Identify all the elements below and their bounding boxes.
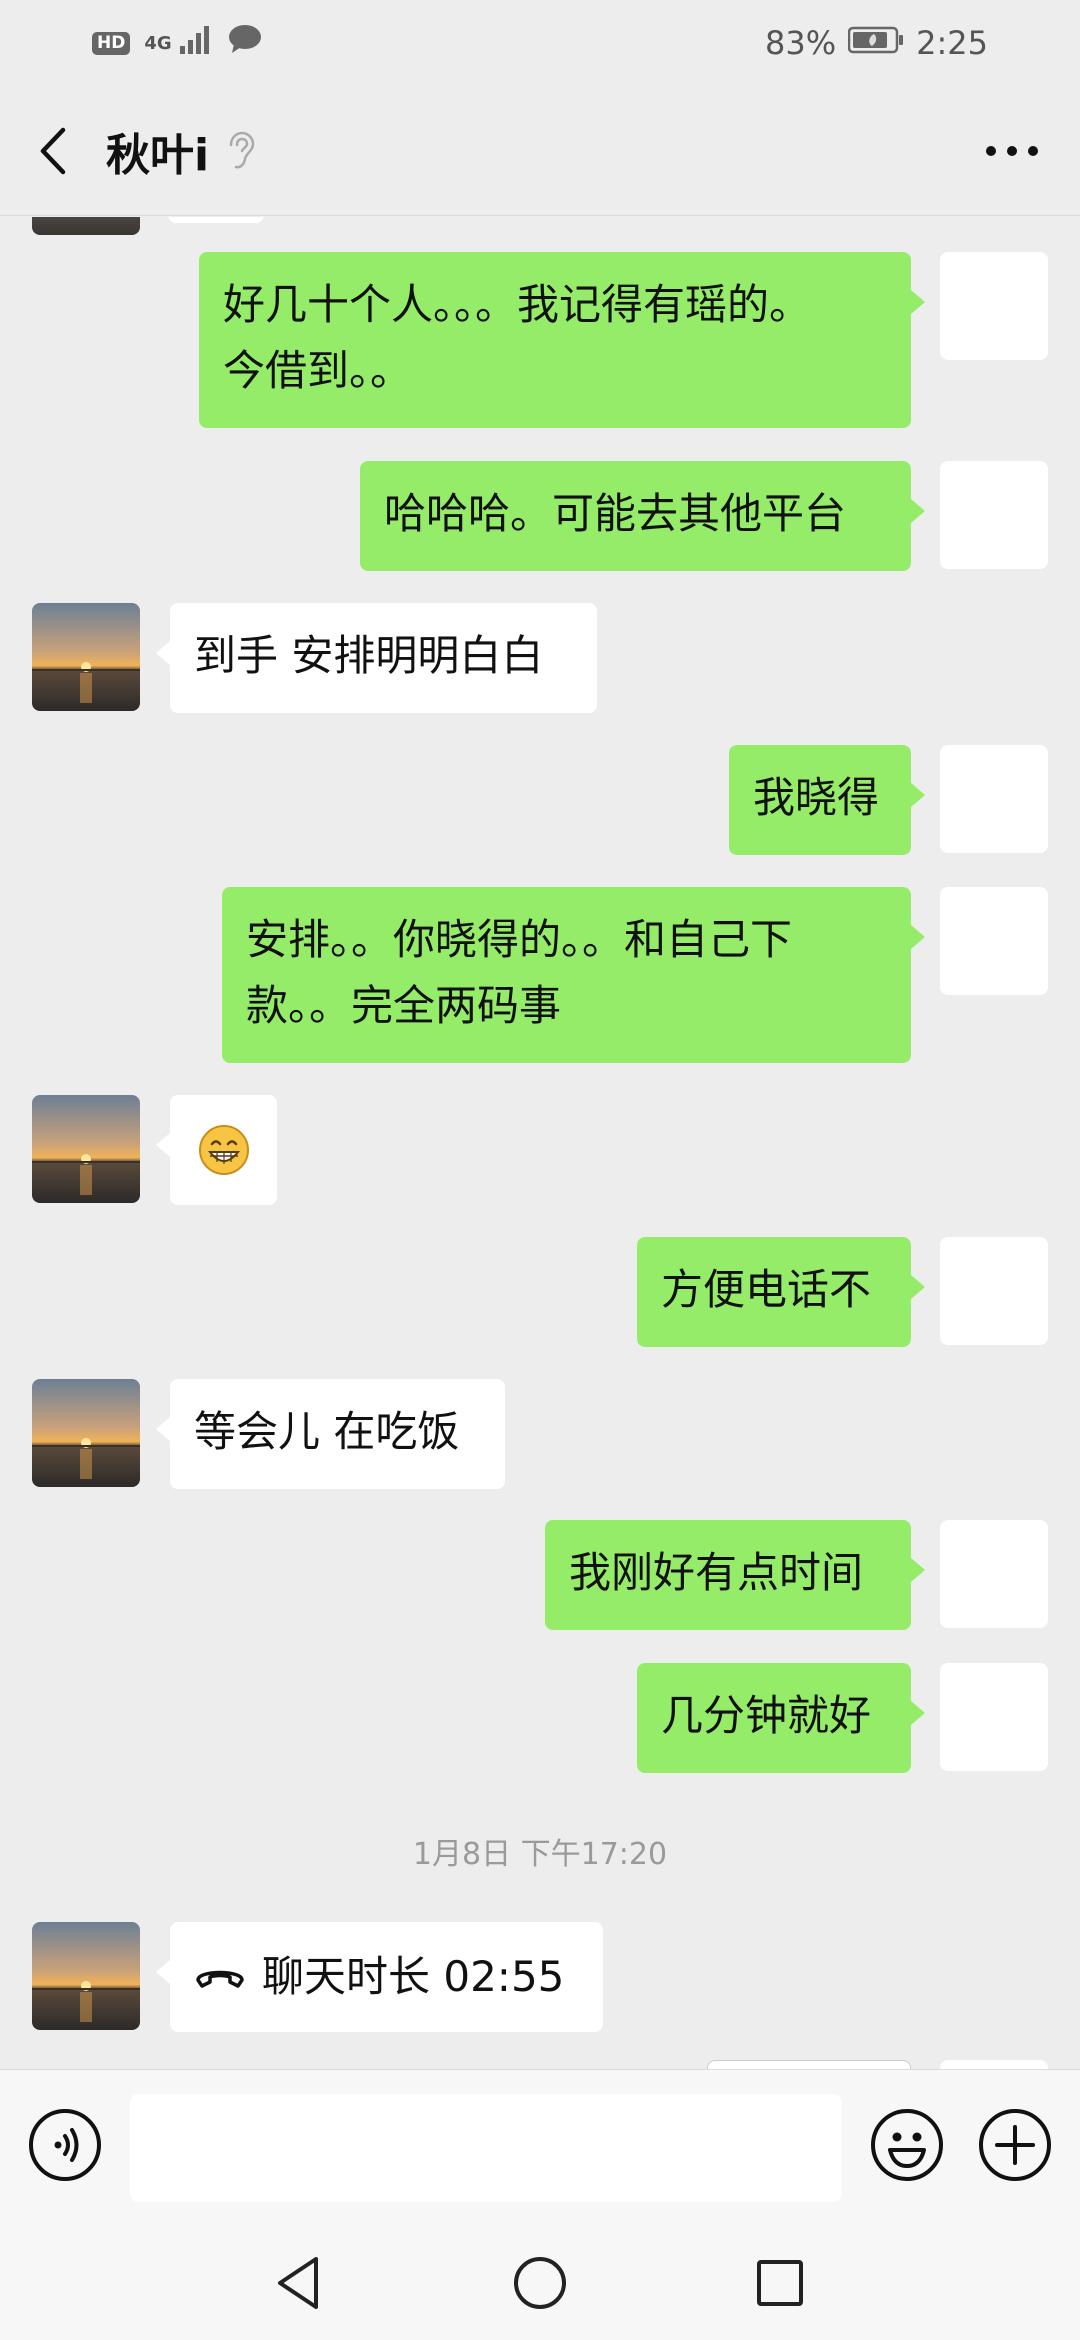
- more-actions-button[interactable]: [978, 2108, 1052, 2182]
- my-avatar-partial: [940, 2060, 1048, 2069]
- circle-home-icon: [514, 2257, 566, 2309]
- chat-area[interactable]: 好几十个人。。。我记得有瑶的。 今借到。。 哈哈哈。可能去其他平台 到手 安排明…: [0, 217, 1080, 2069]
- ear-icon: [227, 131, 255, 171]
- sunset-avatar-image: [32, 1095, 140, 1203]
- network-type: 4G: [144, 32, 172, 54]
- my-avatar[interactable]: [940, 887, 1048, 995]
- my-avatar[interactable]: [940, 461, 1048, 569]
- system-nav-bar: [0, 2225, 1080, 2340]
- message-bubble-sent[interactable]: 几分钟就好: [637, 1663, 925, 1773]
- message-bubble-sent[interactable]: 哈哈哈。可能去其他平台: [360, 461, 925, 571]
- message-bubble-sent[interactable]: 方便电话不: [637, 1237, 925, 1347]
- battery-percent: 83%: [765, 24, 837, 62]
- message-bubble-received[interactable]: 到手 安排明明白白: [156, 603, 597, 713]
- voice-button[interactable]: [28, 2108, 102, 2182]
- message-bubble-received[interactable]: [156, 1095, 277, 1205]
- message-bubble-sent[interactable]: 好几十个人。。。我记得有瑶的。 今借到。。: [199, 252, 925, 428]
- status-right: 83% 2:25: [765, 24, 988, 62]
- square-recents-icon: [757, 2260, 803, 2306]
- contact-avatar[interactable]: [32, 1095, 140, 1203]
- contact-avatar[interactable]: [32, 1922, 140, 2030]
- contact-avatar[interactable]: [32, 603, 140, 711]
- emoji-button[interactable]: [870, 2108, 944, 2182]
- triangle-back-icon: [278, 2257, 318, 2309]
- back-button[interactable]: [0, 86, 106, 216]
- time-divider: 1月8日 下午17:20: [412, 1837, 668, 1872]
- bubble-partial: [168, 217, 264, 223]
- sunset-avatar-image: [32, 603, 140, 711]
- status-bar: HD 4G 83% 2:25: [0, 0, 1080, 86]
- avatar-partial: [32, 217, 140, 235]
- message-bubble-sent[interactable]: 安排。。你晓得的。。和自己下 款。。完全两码事: [222, 887, 925, 1063]
- sunset-avatar-image: [32, 1922, 140, 2030]
- hd-badge: HD: [92, 31, 131, 55]
- chat-title: 秋叶i: [106, 129, 210, 181]
- my-avatar[interactable]: [940, 1663, 1048, 1771]
- call-duration: 聊天时长 02:55: [262, 1952, 565, 2001]
- message-notification-icon: [228, 24, 262, 62]
- plus-icon: [979, 2109, 1051, 2181]
- message-input[interactable]: [130, 2094, 842, 2202]
- clock: 2:25: [916, 24, 988, 62]
- status-left: HD 4G: [92, 24, 262, 62]
- nav-recents-button[interactable]: [750, 2253, 810, 2313]
- message-bubble-sent[interactable]: 我刚好有点时间: [545, 1520, 925, 1630]
- battery-icon: [847, 24, 904, 62]
- voice-icon: [29, 2109, 101, 2181]
- contact-avatar[interactable]: [32, 1379, 140, 1487]
- call-record-bubble[interactable]: 聊天时长 02:55: [156, 1922, 603, 2032]
- nav-home-button[interactable]: [510, 2253, 570, 2313]
- my-avatar[interactable]: [940, 1237, 1048, 1345]
- my-avatar[interactable]: [940, 1520, 1048, 1628]
- grinning-emoji-icon: [198, 1125, 249, 1175]
- nav-back-button[interactable]: [270, 2253, 330, 2313]
- input-bar: [0, 2069, 1080, 2225]
- message-bubble-received[interactable]: 等会儿 在吃饭: [156, 1379, 505, 1489]
- more-dots-icon: [986, 146, 1038, 156]
- message-bubble-sent[interactable]: 我晓得: [729, 745, 925, 855]
- phone-hangup-icon: [196, 1970, 244, 1988]
- image-message-partial: [707, 2060, 911, 2069]
- emoji-icon: [871, 2109, 943, 2181]
- sunset-avatar-image: [32, 1379, 140, 1487]
- my-avatar[interactable]: [940, 252, 1048, 360]
- chat-header: 秋叶i: [0, 86, 1080, 216]
- my-avatar[interactable]: [940, 745, 1048, 853]
- more-button[interactable]: [972, 86, 1052, 216]
- chevron-left-icon: [40, 127, 66, 174]
- signal-icon: [179, 24, 214, 62]
